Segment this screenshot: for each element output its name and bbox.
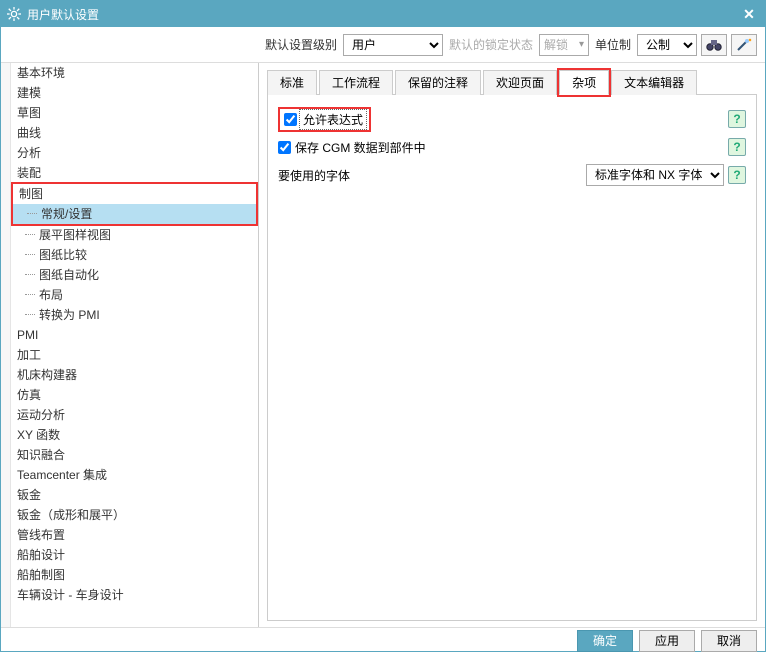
tab[interactable]: 标准 [267, 70, 317, 95]
tab-panel: 允许表达式 ? 保存 CGM 数据到部件中 ? 要使用的字体 标准字体和 NX … [267, 95, 757, 621]
cancel-button[interactable]: 取消 [701, 630, 757, 652]
left-panel: 基本环境建模草图曲线分析装配制图常规/设置展平图样视图图纸比较图纸自动化布局转换… [1, 63, 259, 627]
tree-item[interactable]: 曲线 [11, 123, 258, 143]
ok-button[interactable]: 确定 [577, 630, 633, 652]
tree-item[interactable]: 建模 [11, 83, 258, 103]
tree-item[interactable]: 知识融合 [11, 445, 258, 465]
save-cgm-label: 保存 CGM 数据到部件中 [295, 139, 426, 156]
tree-item[interactable]: XY 函数 [11, 425, 258, 445]
tab[interactable]: 文本编辑器 [611, 70, 697, 95]
tree-item[interactable]: 展平图样视图 [11, 225, 258, 245]
row-allow-expression: 允许表达式 ? [278, 105, 746, 133]
tab[interactable]: 工作流程 [319, 70, 393, 95]
tree-item[interactable]: 图纸自动化 [11, 265, 258, 285]
title-bar: 用户默认设置 ✕ [1, 1, 765, 27]
level-select[interactable]: 用户 [343, 34, 443, 56]
tree-item[interactable]: 分析 [11, 143, 258, 163]
tree-item[interactable]: 制图 [13, 184, 256, 204]
nav-tree[interactable]: 基本环境建模草图曲线分析装配制图常规/设置展平图样视图图纸比较图纸自动化布局转换… [11, 63, 258, 627]
tab[interactable]: 欢迎页面 [483, 70, 557, 95]
binoculars-button[interactable] [701, 34, 727, 56]
tab[interactable]: 杂项 [559, 70, 609, 95]
tree-item[interactable]: 图纸比较 [11, 245, 258, 265]
tab-bar: 标准工作流程保留的注释欢迎页面杂项文本编辑器 [267, 69, 757, 95]
tree-item[interactable]: Teamcenter 集成 [11, 465, 258, 485]
lock-select[interactable]: 解锁 [539, 34, 589, 56]
save-cgm-checkbox[interactable] [278, 141, 291, 154]
tree-item[interactable]: 装配 [11, 163, 258, 183]
tree-item[interactable]: 转换为 PMI [11, 305, 258, 325]
lock-label: 默认的锁定状态 [449, 36, 533, 53]
unit-select[interactable]: 公制 [637, 34, 697, 56]
tree-item[interactable]: 常规/设置 [13, 204, 256, 224]
tree-item[interactable]: 管线布置 [11, 525, 258, 545]
tree-item[interactable]: PMI [11, 325, 258, 345]
tree-item[interactable]: 布局 [11, 285, 258, 305]
help-icon[interactable]: ? [728, 138, 746, 156]
tree-item[interactable]: 船舶制图 [11, 565, 258, 585]
help-icon[interactable]: ? [728, 166, 746, 184]
tree-item[interactable]: 钣金（成形和展平） [11, 505, 258, 525]
toolbar: 默认设置级别 用户 默认的锁定状态 解锁 单位制 公制 [1, 27, 765, 63]
wizard-button[interactable] [731, 34, 757, 56]
allow-expression-label: 允许表达式 [301, 111, 365, 128]
apply-button[interactable]: 应用 [639, 630, 695, 652]
tab[interactable]: 保留的注释 [395, 70, 481, 95]
tree-item[interactable]: 车辆设计 - 车身设计 [11, 585, 258, 605]
row-font: 要使用的字体 标准字体和 NX 字体 ? [278, 161, 746, 189]
allow-expression-checkbox[interactable] [284, 113, 297, 126]
font-label: 要使用的字体 [278, 167, 350, 184]
tree-item[interactable]: 钣金 [11, 485, 258, 505]
gear-icon [7, 7, 21, 21]
row-save-cgm: 保存 CGM 数据到部件中 ? [278, 133, 746, 161]
tree-item[interactable]: 基本环境 [11, 63, 258, 83]
footer: 确定 应用 取消 [1, 627, 765, 653]
tree-item[interactable]: 船舶设计 [11, 545, 258, 565]
tree-item[interactable]: 加工 [11, 345, 258, 365]
left-gutter [1, 63, 11, 627]
help-icon[interactable]: ? [728, 110, 746, 128]
tree-item[interactable]: 仿真 [11, 385, 258, 405]
window-title: 用户默认设置 [27, 6, 739, 23]
close-button[interactable]: ✕ [739, 6, 759, 23]
tree-item[interactable]: 运动分析 [11, 405, 258, 425]
tree-item[interactable]: 草图 [11, 103, 258, 123]
level-label: 默认设置级别 [265, 36, 337, 53]
right-panel: 标准工作流程保留的注释欢迎页面杂项文本编辑器 允许表达式 ? 保存 CGM 数据… [259, 63, 765, 627]
tree-item[interactable]: 机床构建器 [11, 365, 258, 385]
font-select[interactable]: 标准字体和 NX 字体 [586, 164, 724, 186]
unit-label: 单位制 [595, 36, 631, 53]
